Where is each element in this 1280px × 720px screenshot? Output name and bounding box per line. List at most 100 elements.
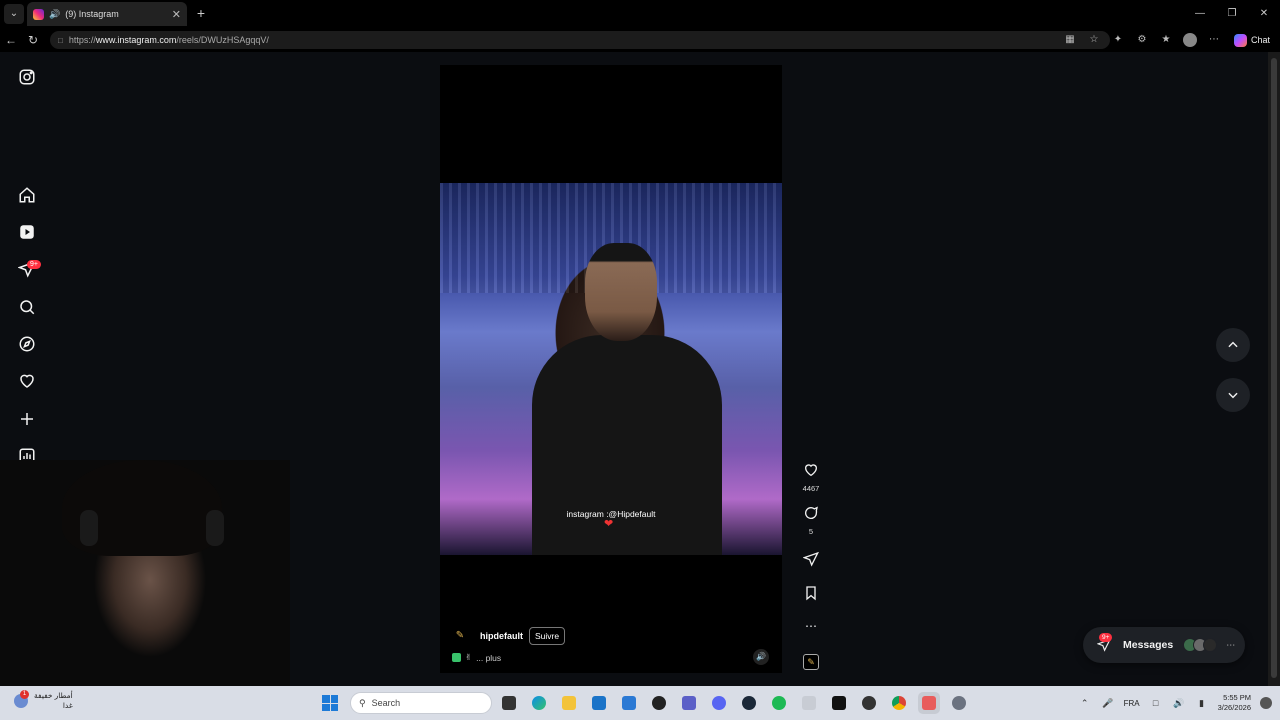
author-avatar[interactable]: ✎	[452, 628, 468, 644]
reel-video-frame[interactable]	[440, 183, 782, 555]
minimize-icon[interactable]: —	[1184, 0, 1216, 28]
home-icon[interactable]	[14, 182, 40, 208]
steam-icon[interactable]	[738, 692, 760, 714]
notification-badge: 9+	[27, 260, 41, 269]
url-host: www.instagram.com	[95, 35, 177, 45]
xbox-icon[interactable]	[648, 692, 670, 714]
chevron-down-icon	[1228, 392, 1238, 399]
clock-time: 5:55 PM	[1223, 693, 1251, 702]
weather-line2: غدا	[62, 701, 73, 710]
avatar	[1203, 638, 1218, 652]
spotify-icon[interactable]	[768, 692, 790, 714]
heart-icon[interactable]	[14, 368, 40, 394]
author-username[interactable]: hipdefault	[480, 631, 523, 641]
webcam-overlay	[0, 460, 290, 686]
favorites-icon[interactable]: ★	[1156, 30, 1176, 50]
favorite-star-icon[interactable]: ☆	[1084, 30, 1104, 50]
reel-description[interactable]: ✌ ... plus	[452, 652, 501, 663]
tab-list-button[interactable]: ⌄	[4, 4, 24, 24]
instagram-favicon-icon	[33, 8, 44, 20]
url-path: /reels/DWUzHSAgqqV/	[176, 35, 269, 45]
back-icon[interactable]: ←	[0, 29, 22, 51]
obs-icon[interactable]	[858, 692, 880, 714]
chat-label: Chat	[1250, 35, 1270, 45]
taskbar-apps	[498, 692, 970, 714]
task-view-icon[interactable]	[498, 692, 520, 714]
audio-playing-icon[interactable]: 🔊	[49, 9, 60, 20]
terminal-icon[interactable]	[828, 692, 850, 714]
reels-icon[interactable]	[14, 219, 40, 245]
close-window-icon[interactable]: ✕	[1248, 0, 1280, 28]
search-icon[interactable]	[14, 294, 40, 320]
outlook-icon[interactable]	[588, 692, 610, 714]
reel-video-player[interactable]: instagram :@Hipdefault ❤ ✎ hipdefault Su…	[440, 65, 782, 673]
settings-icon[interactable]	[948, 692, 970, 714]
profile-icon[interactable]	[1180, 30, 1200, 50]
close-tab-icon[interactable]: ✕	[172, 8, 181, 21]
restore-icon[interactable]: ❐	[1216, 0, 1248, 28]
copilot-chat-button[interactable]: Chat	[1228, 33, 1276, 47]
messages-pill[interactable]: 9+ Messages ⋯	[1083, 627, 1245, 663]
page-scrollbar[interactable]	[1268, 52, 1280, 686]
copilot-icon	[1233, 33, 1247, 47]
chrome-icon[interactable]	[888, 692, 910, 714]
clock[interactable]: 5:55 PM 3/26/2026	[1218, 693, 1251, 713]
comment-button[interactable]: 5	[796, 505, 826, 536]
app-available-icon[interactable]: ▦	[1060, 30, 1080, 50]
discord-icon[interactable]	[708, 692, 730, 714]
like-button[interactable]: 4467	[796, 462, 826, 493]
comment-icon	[805, 506, 818, 519]
windows-taskbar: 1 أمطار خفيفة غدا ⚲ Search ⌃ 🎤 FRA □ 🔊 ▮	[0, 686, 1280, 720]
instagram-logo-icon[interactable]	[14, 64, 40, 90]
windows-start-icon[interactable]	[322, 695, 338, 711]
audio-thumbnail-icon: ✎	[803, 654, 819, 670]
browser-essentials-icon[interactable]: ⚙	[1132, 30, 1152, 50]
new-tab-button[interactable]: +	[193, 4, 209, 22]
volume-icon[interactable]: 🔊	[753, 649, 769, 665]
extensions-icon[interactable]: ✦	[1108, 30, 1128, 50]
url-input[interactable]: □ https://www.instagram.com/reels/DWUzHS…	[50, 31, 1110, 49]
tray-chevron-up-icon[interactable]: ⌃	[1078, 698, 1092, 709]
instagram-page: 9+ instagram:@Hipdefault ❤ ✎ hipdefault…	[0, 52, 1268, 686]
follow-button[interactable]: Suivre	[529, 627, 566, 645]
clock-date: 3/26/2026	[1217, 703, 1251, 712]
recording-app-icon[interactable]	[918, 692, 940, 714]
weather-icon: 1	[14, 690, 29, 708]
active-tab[interactable]: 🔊 (9) Instagram ✕	[27, 2, 187, 26]
search-placeholder: Search	[371, 698, 401, 708]
scrollbar-thumb[interactable]	[1271, 58, 1277, 678]
headset-left	[80, 510, 98, 546]
more-icon[interactable]: ⋯	[796, 619, 826, 633]
likes-count: 4467	[802, 484, 820, 493]
video-heart-icon: ❤	[604, 518, 614, 530]
taskbar-search[interactable]: ⚲ Search	[350, 692, 492, 714]
weather-badge: 1	[20, 690, 29, 699]
explore-icon[interactable]	[14, 331, 40, 357]
store-icon[interactable]	[618, 692, 640, 714]
share-icon	[802, 551, 819, 567]
network-icon[interactable]: □	[1149, 698, 1163, 708]
notification-center-icon[interactable]	[1260, 697, 1272, 709]
window-controls: — ❐ ✕	[1184, 0, 1280, 28]
next-reel-button[interactable]	[1216, 378, 1250, 412]
previous-reel-button[interactable]	[1216, 328, 1250, 362]
microphone-icon[interactable]: 🎤	[1101, 698, 1115, 709]
save-button[interactable]	[796, 585, 826, 606]
create-icon[interactable]	[14, 406, 40, 432]
language-indicator[interactable]: FRA	[1124, 699, 1140, 708]
file-explorer-icon[interactable]	[558, 692, 580, 714]
browser-toolbar-right: ▦ ☆ ✦ ⚙ ★ ⋯ Chat	[1060, 28, 1280, 52]
audio-thumbnail-button[interactable]: ✎	[796, 654, 826, 670]
messages-label: Messages	[1123, 639, 1174, 651]
settings-more-icon[interactable]: ⋯	[1204, 30, 1224, 50]
description-more[interactable]: ... plus	[476, 653, 501, 663]
site-info-icon[interactable]: □	[58, 36, 63, 45]
edge-icon[interactable]	[528, 692, 550, 714]
refresh-icon[interactable]: ↻	[22, 29, 44, 51]
battery-icon[interactable]: ▮	[1195, 698, 1209, 709]
weather-widget[interactable]: 1 أمطار خفيفة غدا	[14, 690, 73, 711]
share-button[interactable]	[796, 551, 826, 572]
volume-icon[interactable]: 🔊	[1172, 698, 1186, 709]
teams-icon[interactable]	[678, 692, 700, 714]
snipping-tool-icon[interactable]	[798, 692, 820, 714]
